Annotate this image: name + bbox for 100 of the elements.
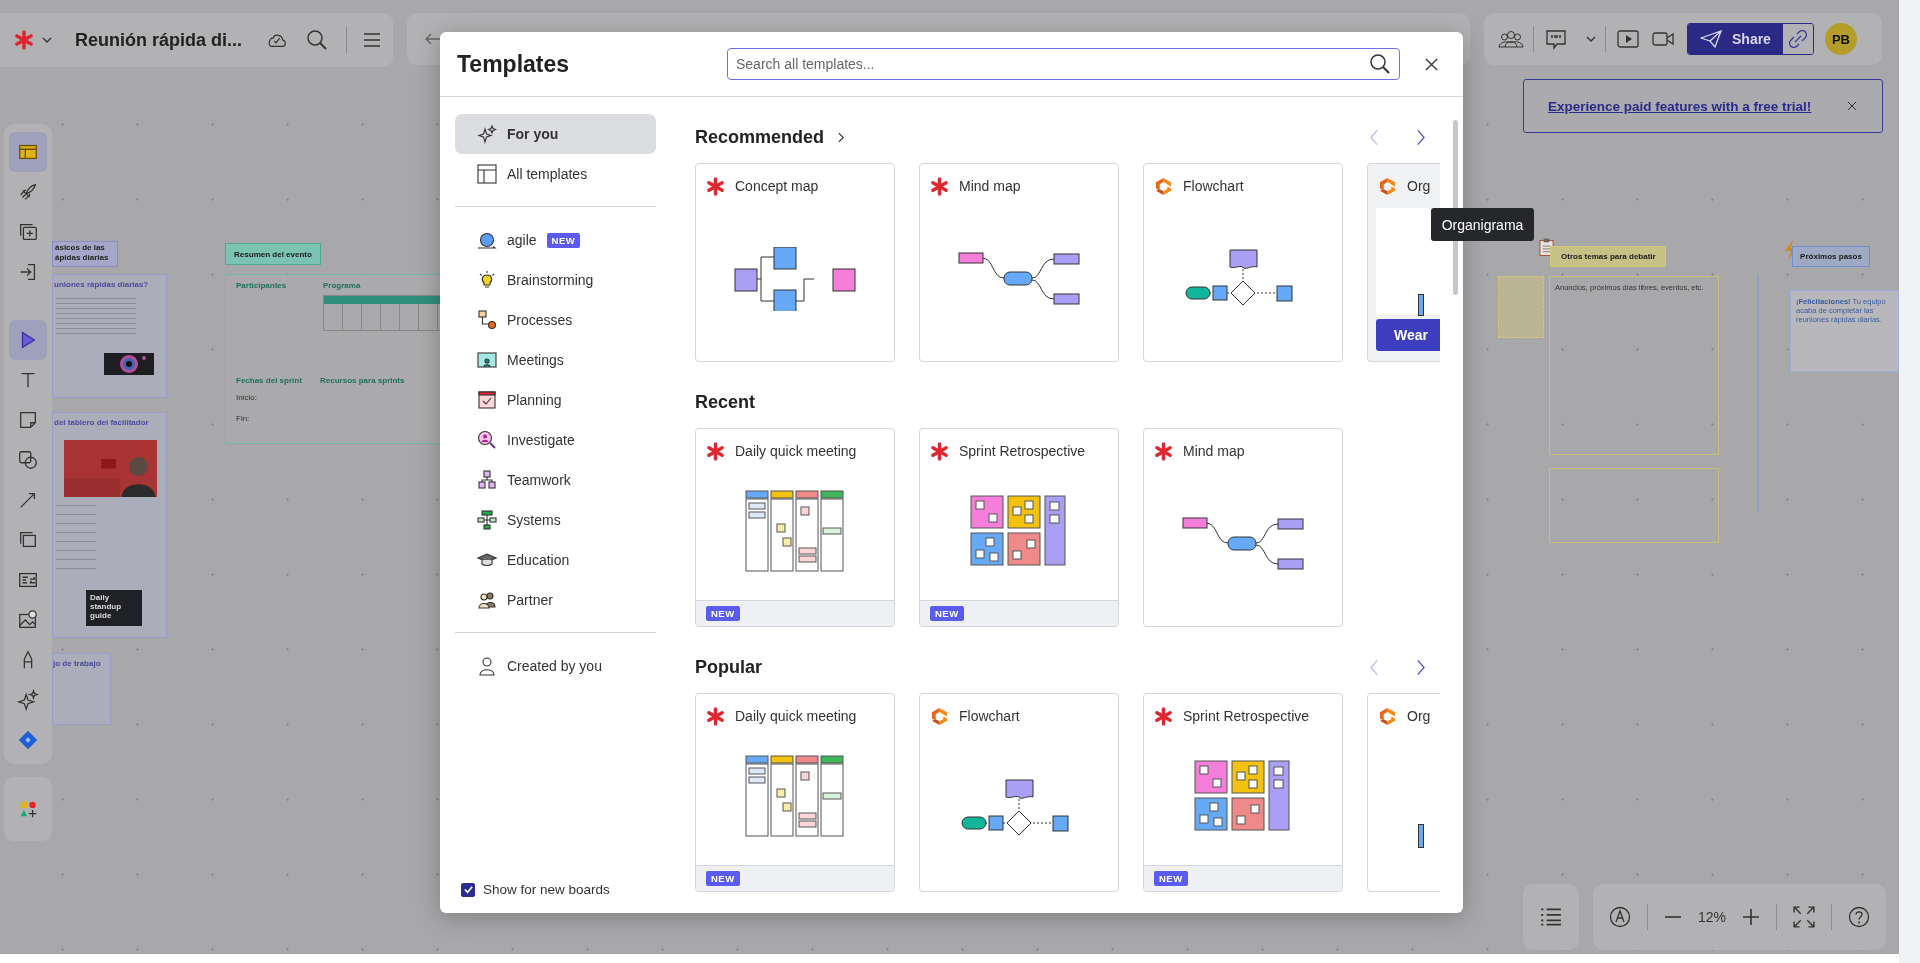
image-icon (17, 609, 39, 631)
new-badge: NEW (706, 606, 740, 621)
menu-icon[interactable] (363, 31, 381, 49)
template-card[interactable]: Concept map (695, 163, 895, 362)
category-item[interactable]: Planning (455, 380, 656, 420)
search-icon[interactable] (1369, 53, 1391, 75)
category-item[interactable]: Investigate (455, 420, 656, 460)
clipboard-icon (1539, 237, 1554, 257)
card-title: Flowchart (959, 708, 1020, 724)
asterisk-logo-icon (1154, 441, 1173, 461)
cube-logo-icon (1154, 176, 1173, 196)
left-arrow-icon[interactable] (425, 33, 441, 45)
card-title: Org (1407, 708, 1431, 724)
share-button[interactable]: Share (1688, 24, 1783, 54)
category-item[interactable]: Teamwork (455, 460, 656, 500)
trial-link[interactable]: Experience paid features with a free trial! (1548, 98, 1812, 114)
asterisk-logo-icon (706, 176, 725, 196)
frame-heading: jo de trabajo (53, 659, 101, 668)
category-item[interactable]: Partner (455, 580, 656, 620)
card-title: Sprint Retrospective (959, 443, 1086, 459)
asterisk-logo-icon (930, 176, 949, 196)
zoom-in-icon[interactable] (1741, 908, 1760, 926)
template-card[interactable]: Flowchart (919, 693, 1119, 892)
tooltip: Organigrama (1431, 208, 1534, 241)
link-icon (1788, 30, 1807, 48)
nav-item[interactable]: For you (455, 114, 656, 154)
template-card[interactable]: Sprint Retrospective NEW (1143, 693, 1343, 892)
nav-item[interactable]: Created by you (455, 646, 656, 686)
new-badge: NEW (1154, 871, 1188, 886)
presentation-icon (477, 350, 497, 370)
new-badge: NEW (930, 606, 964, 621)
chevron-left-icon (1369, 128, 1379, 146)
new-badge: NEW (546, 232, 581, 248)
board-title[interactable]: Reunión rápida di... (75, 29, 242, 51)
rocket-icon (17, 181, 39, 203)
field-label: Inicio: (236, 393, 257, 402)
template-card[interactable]: Org Wear (1367, 163, 1440, 362)
search-icon[interactable] (306, 29, 328, 51)
people-icon[interactable] (1498, 29, 1524, 49)
checkbox[interactable] (461, 882, 475, 897)
chevron-right-icon (1415, 128, 1425, 146)
section-label: Otros temas para debatir (1550, 246, 1666, 267)
asterisk-logo-icon (1154, 706, 1173, 726)
show-for-new-boards-checkbox[interactable]: Show for new boards (455, 882, 656, 897)
close-icon[interactable] (1847, 101, 1857, 111)
play-icon[interactable] (1617, 28, 1639, 50)
nav-item[interactable]: All templates (455, 154, 656, 194)
section-label: Resumen del evento (225, 243, 321, 265)
calendar-icon (477, 390, 497, 410)
diamond-icon (17, 729, 39, 751)
user-avatar[interactable]: PB (1824, 23, 1857, 55)
cube-logo-icon (1378, 176, 1397, 196)
card-title: Concept map (735, 178, 819, 194)
field-label: Fin: (236, 414, 250, 423)
paper-plane-icon (1700, 30, 1722, 48)
asterisk-logo-icon (14, 30, 34, 50)
caret-icon[interactable] (1586, 36, 1596, 42)
template-card[interactable]: Mind map (919, 163, 1119, 362)
card-heading: Fechas del sprint (236, 376, 302, 385)
hierarchy-icon (477, 470, 497, 490)
template-card[interactable]: Org (1367, 693, 1440, 892)
category-item[interactable]: Processes (455, 300, 656, 340)
quote-bubble-icon[interactable] (1545, 28, 1567, 50)
people-icon (477, 590, 497, 610)
chevron-right-icon[interactable] (838, 131, 846, 143)
sparkle-icon (477, 124, 497, 144)
card-title: Sprint Retrospective (1183, 708, 1310, 724)
asterisk-logo-icon (706, 706, 725, 726)
category-item[interactable]: Meetings (455, 340, 656, 380)
layout-icon (477, 164, 497, 184)
close-icon[interactable] (1425, 57, 1438, 71)
card-title: Daily quick meeting (735, 443, 857, 459)
category-item[interactable]: Brainstorming (455, 260, 656, 300)
template-card[interactable]: Mind map (1143, 428, 1343, 627)
caret-icon[interactable] (42, 37, 52, 43)
list-icon[interactable] (1540, 906, 1562, 928)
template-card[interactable]: Flowchart (1143, 163, 1343, 362)
template-card[interactable]: Daily quick meeting NEW (695, 693, 895, 892)
category-item[interactable]: Systems (455, 500, 656, 540)
tool-button[interactable] (9, 132, 47, 172)
zoom-level[interactable]: 12% (1697, 909, 1726, 925)
search-field[interactable]: Search all templates... (727, 48, 1400, 80)
tool-button[interactable] (9, 320, 47, 360)
sticky-note-stack (1498, 276, 1544, 338)
section-title: Recent (695, 391, 756, 413)
category-item[interactable]: agile NEW (455, 220, 656, 260)
section-title: Popular (695, 656, 762, 678)
process-icon (477, 310, 497, 330)
category-item[interactable]: Education (455, 540, 656, 580)
help-icon[interactable] (1847, 906, 1870, 928)
template-card[interactable]: Sprint Retrospective NEW (919, 428, 1119, 627)
template-card[interactable]: Daily quick meeting NEW (695, 428, 895, 627)
frame-label: ásicos de las ápidas diarias (52, 241, 118, 267)
fullscreen-icon[interactable] (1792, 906, 1815, 928)
section-title: Recommended (695, 126, 825, 148)
compass-icon[interactable] (1609, 906, 1631, 928)
card-title: Mind map (1183, 443, 1245, 459)
section-label: Próximos pasos (1792, 246, 1870, 267)
use-template-button[interactable]: Wear (1376, 319, 1440, 351)
card-title: Mind map (959, 178, 1021, 194)
